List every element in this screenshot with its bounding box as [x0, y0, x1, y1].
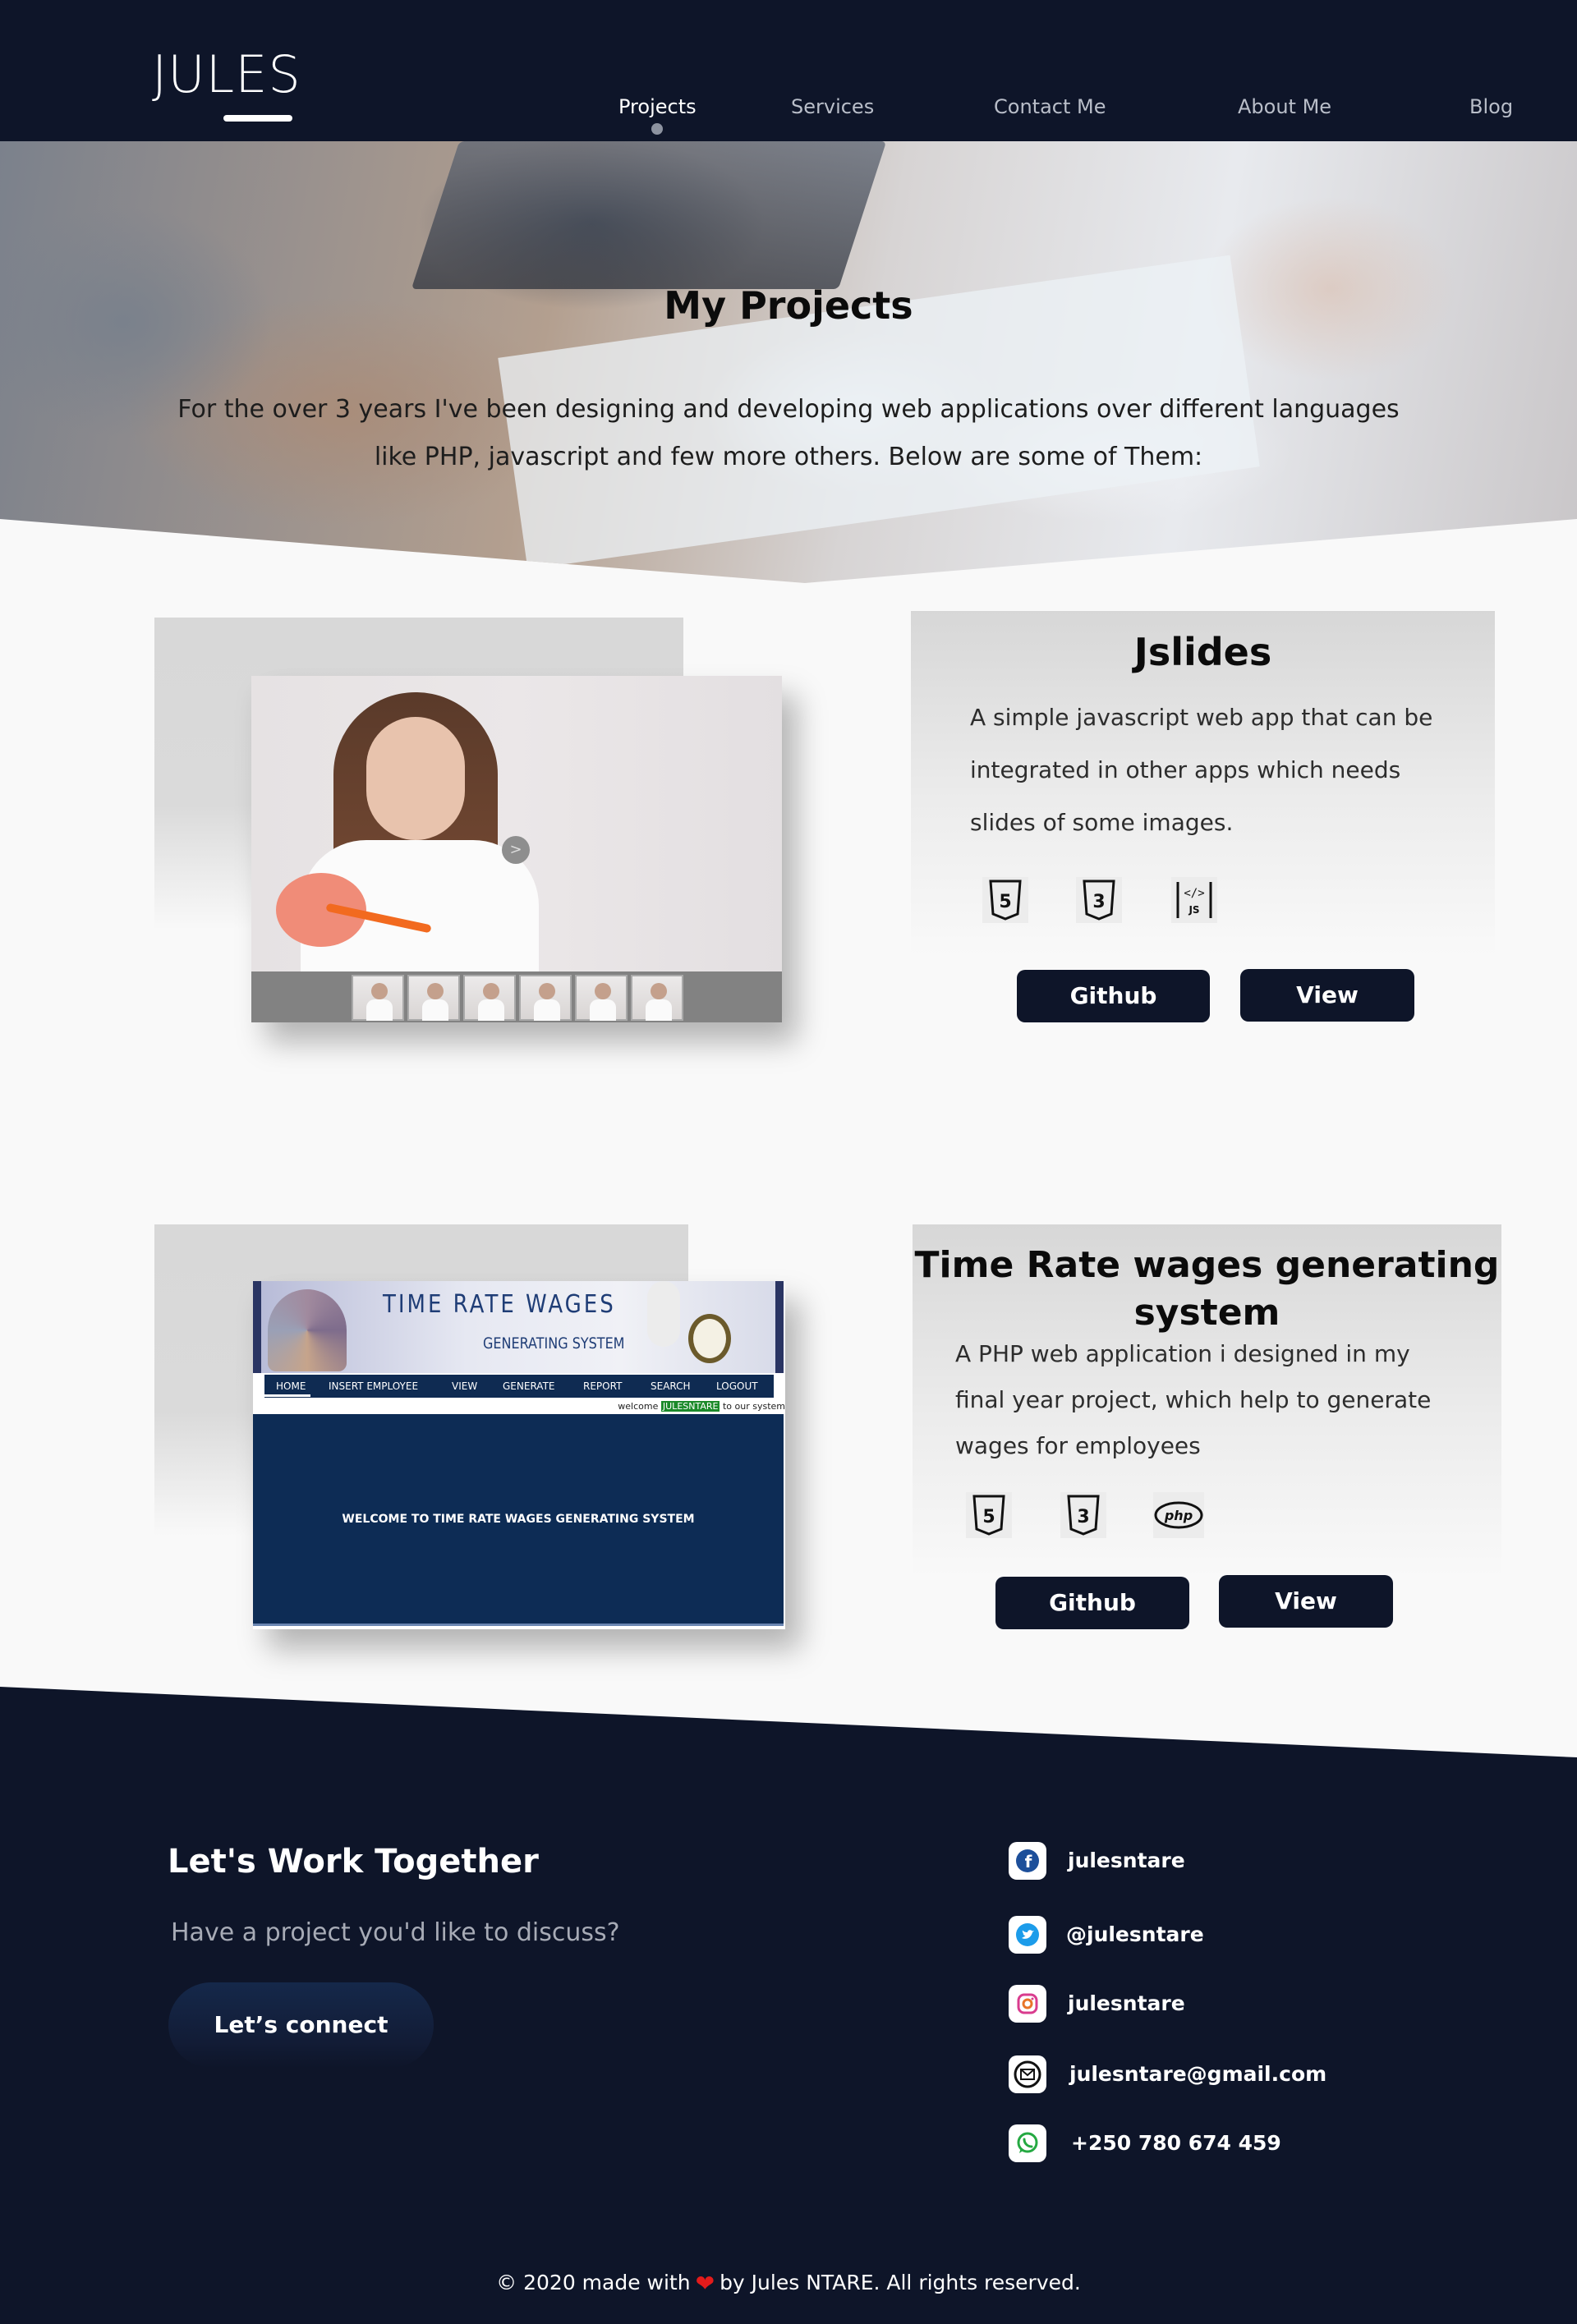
css3-icon: 3 — [1076, 877, 1122, 923]
copyright-text: © 2020 made with — [496, 2271, 691, 2294]
nav-about-me[interactable]: About Me — [1238, 95, 1331, 118]
clock-icon — [688, 1314, 731, 1363]
nav-services[interactable]: Services — [791, 95, 874, 118]
social-facebook-handle: julesntare — [1068, 1849, 1185, 1872]
cta-subtitle: Have a project you'd like to discuss? — [171, 1918, 620, 1947]
project-2-description-line: A PHP web application i designed in my — [955, 1340, 1410, 1367]
social-phone-number: +250 780 674 459 — [1071, 2131, 1281, 2155]
mockup-nav-underline — [264, 1394, 310, 1397]
project-1-description-line: integrated in other apps which needs — [970, 756, 1401, 783]
mockup-banner-title: TIME RATE WAGES — [383, 1290, 616, 1320]
site-logo[interactable]: JULES — [152, 49, 301, 100]
project-1-description-line: slides of some images. — [970, 809, 1234, 836]
php-icon: php — [1153, 1492, 1204, 1538]
facebook-icon: f — [1009, 1842, 1046, 1880]
slide-thumbnail — [575, 975, 628, 1021]
lets-connect-button[interactable]: Let’s connect — [168, 1982, 434, 2068]
svg-text:f: f — [1025, 1852, 1032, 1872]
social-email-address: julesntare@gmail.com — [1069, 2062, 1327, 2086]
mockup-banner-subtitle: GENERATING SYSTEM — [483, 1334, 625, 1353]
svg-text:php: php — [1164, 1508, 1193, 1523]
site-header: JULES Projects Services Contact Me About… — [0, 0, 1577, 141]
html5-icon: 5 — [982, 877, 1028, 923]
mockup-welcome-prefix: welcome — [618, 1401, 659, 1412]
project-2-title-line: system — [1133, 1292, 1280, 1334]
nav-projects[interactable]: Projects — [618, 95, 697, 118]
project-2-github-button[interactable]: Github — [995, 1577, 1189, 1629]
project-2-description-line: wages for employees — [955, 1432, 1201, 1459]
page-title: My Projects — [664, 283, 913, 328]
cta-title: Let's Work Together — [168, 1843, 539, 1881]
hero-laptop-shape — [411, 141, 887, 289]
slide-next-arrow-icon: > — [502, 836, 530, 864]
mockup-nav-item: INSERT EMPLOYEE — [329, 1380, 419, 1392]
slide-photo: > — [251, 676, 782, 988]
hero-intro: For the over 3 years I've been designing… — [148, 386, 1429, 481]
twitter-icon — [1009, 1916, 1046, 1954]
project-1-title: Jslides — [1133, 630, 1272, 674]
active-nav-indicator — [651, 123, 663, 135]
mockup-nav-item: GENERATE — [503, 1380, 555, 1392]
mockup-banner: TIME RATE WAGES GENERATING SYSTEM — [253, 1281, 784, 1373]
mockup-nav-item: LOGOUT — [716, 1380, 758, 1392]
project-1-description-line: A simple javascript web app that can be — [970, 704, 1433, 731]
project-2-screenshot[interactable]: TIME RATE WAGES GENERATING SYSTEM HOME I… — [253, 1281, 785, 1629]
project-1-view-button[interactable]: View — [1240, 969, 1414, 1022]
hero-banner-image — [0, 141, 1577, 583]
project-2-title: Time Rate wages generating system — [913, 1242, 1501, 1337]
project-2-description-line: final year project, which help to genera… — [955, 1386, 1432, 1413]
svg-text:5: 5 — [982, 1507, 995, 1527]
mockup-nav-item: HOME — [276, 1380, 306, 1392]
svg-text:3: 3 — [1092, 892, 1105, 912]
social-instagram-handle: julesntare — [1068, 1991, 1185, 2015]
money-fan-icon — [268, 1289, 347, 1371]
project-1-description: A simple javascript web app that can be … — [970, 691, 1479, 849]
heart-icon: ❤ — [695, 2270, 715, 2297]
email-icon — [1009, 2055, 1046, 2093]
mockup-nav-item: SEARCH — [651, 1380, 691, 1392]
svg-text:5: 5 — [999, 892, 1011, 912]
logo-underline — [223, 115, 292, 122]
mockup-page: TIME RATE WAGES GENERATING SYSTEM HOME I… — [253, 1281, 785, 1629]
javascript-icon: </> JS — [1171, 877, 1217, 923]
project-2-description: A PHP web application i designed in my f… — [955, 1331, 1489, 1469]
copyright-notice: © 2020 made with ❤ by Jules NTARE. All rig… — [0, 2270, 1577, 2297]
hero-intro-line-2: like PHP, javascript and few more others… — [374, 443, 1203, 471]
svg-text:JS: JS — [1188, 904, 1199, 916]
nav-blog[interactable]: Blog — [1469, 95, 1513, 118]
figure-icon — [647, 1281, 680, 1347]
project-1-screenshot[interactable]: > — [251, 676, 782, 1022]
mockup-welcome-line: welcome JULESNTARE to our system — [618, 1401, 785, 1412]
mockup-nav: HOME INSERT EMPLOYEE VIEW GENERATE REPOR… — [264, 1375, 774, 1398]
slide-thumbnail — [519, 975, 572, 1021]
slide-thumbnail — [407, 975, 460, 1021]
svg-text:3: 3 — [1077, 1507, 1089, 1527]
hero-intro-line-1: For the over 3 years I've been designing… — [177, 395, 1400, 424]
nav-contact-me[interactable]: Contact Me — [994, 95, 1106, 118]
project-1-github-button[interactable]: Github — [1017, 970, 1210, 1022]
css3-icon: 3 — [1060, 1492, 1106, 1538]
slide-face-shape — [366, 717, 465, 840]
slide-thumbnail-strip — [251, 971, 782, 1022]
slide-thumbnail — [463, 975, 516, 1021]
instagram-icon — [1009, 1985, 1046, 2023]
html5-icon: 5 — [966, 1492, 1012, 1538]
social-twitter-handle: @julesntare — [1066, 1922, 1204, 1946]
project-2-view-button[interactable]: View — [1219, 1575, 1393, 1628]
project-2-title-line: Time Rate wages generating — [914, 1244, 1500, 1286]
mockup-main-text: WELCOME TO TIME RATE WAGES GENERATING SY… — [342, 1513, 695, 1526]
slide-thumbnail — [631, 975, 683, 1021]
mockup-main-panel: WELCOME TO TIME RATE WAGES GENERATING SY… — [253, 1414, 784, 1626]
whatsapp-icon — [1009, 2124, 1046, 2162]
mockup-welcome-suffix: to our system — [722, 1401, 785, 1412]
svg-text:</>: </> — [1184, 887, 1204, 900]
mockup-nav-item: VIEW — [452, 1380, 478, 1392]
slide-thumbnail — [352, 975, 404, 1021]
copyright-author: by Jules NTARE. All rights reserved. — [720, 2271, 1081, 2294]
mockup-nav-item: REPORT — [583, 1380, 623, 1392]
mockup-welcome-user: JULESNTARE — [660, 1401, 720, 1412]
